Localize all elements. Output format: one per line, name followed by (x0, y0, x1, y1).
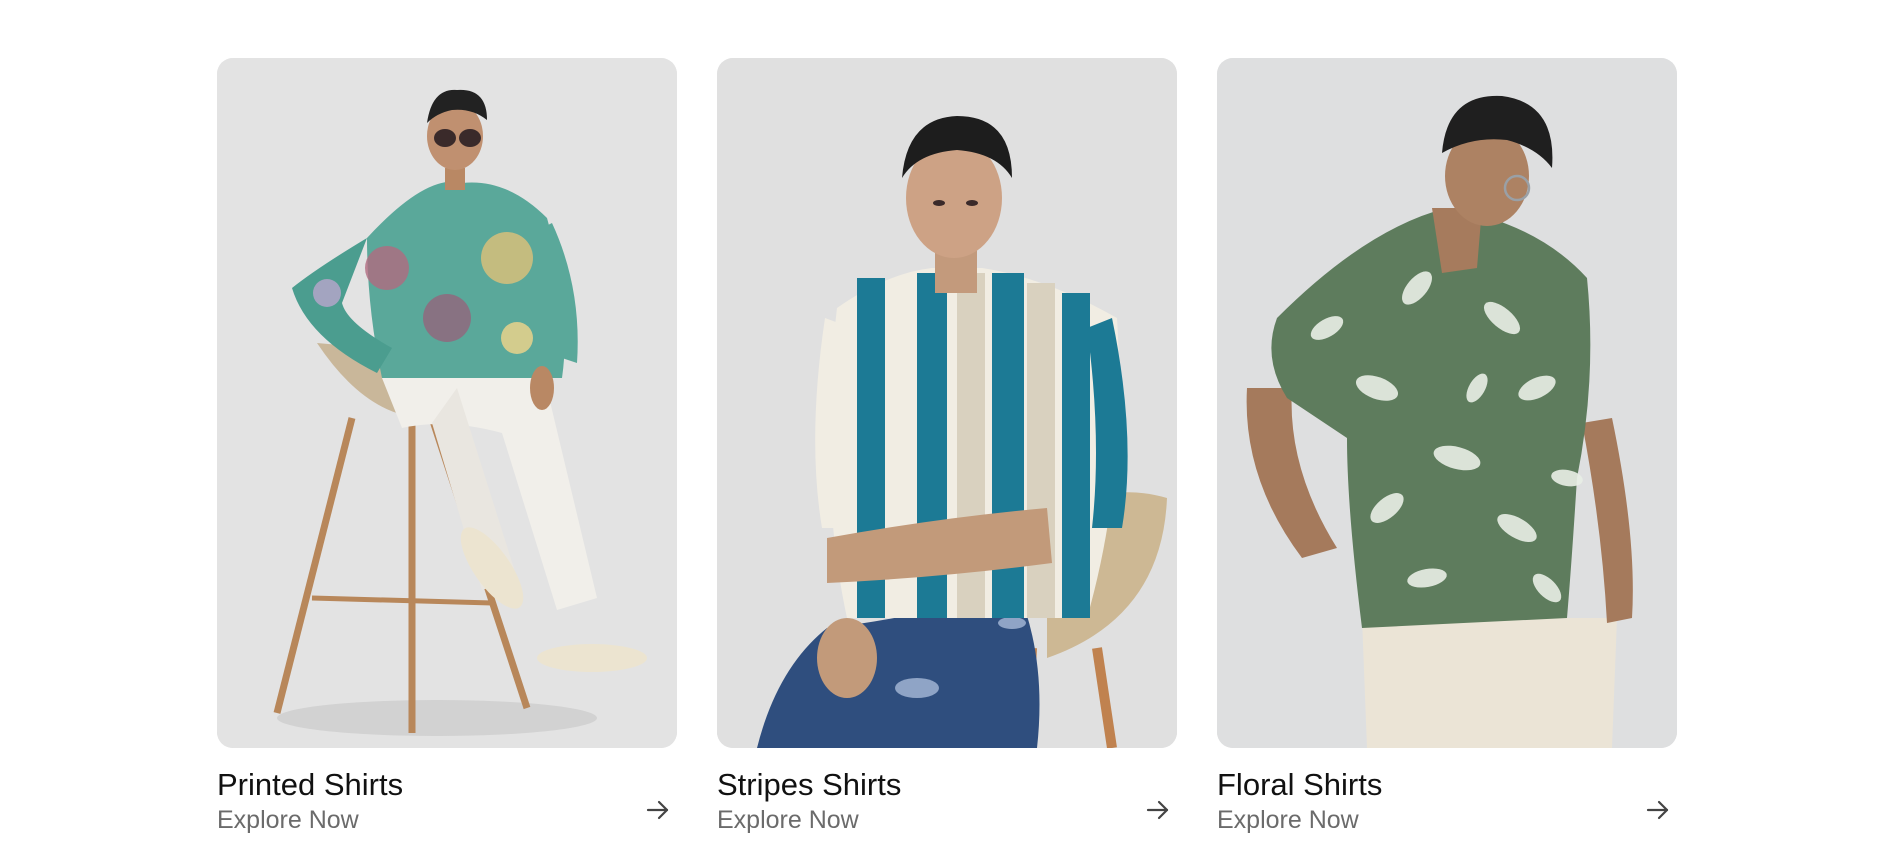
arrow-right-icon[interactable] (1143, 795, 1173, 825)
category-caption: Stripes Shirts Explore Now (717, 768, 1177, 834)
category-grid: Printed Shirts Explore Now Stripes Shirt… (217, 58, 1677, 834)
arrow-right-icon[interactable] (1643, 795, 1673, 825)
category-title[interactable]: Floral Shirts (1217, 768, 1382, 802)
arrow-right-icon[interactable] (643, 795, 673, 825)
product-image-floral-shirts[interactable] (1217, 58, 1677, 748)
product-image-printed-shirts[interactable] (217, 58, 677, 748)
product-image-stripes-shirts[interactable] (717, 58, 1177, 748)
category-card-stripes-shirts[interactable]: Stripes Shirts Explore Now (717, 58, 1177, 834)
category-card-floral-shirts[interactable]: Floral Shirts Explore Now (1217, 58, 1677, 834)
category-title[interactable]: Stripes Shirts (717, 768, 901, 802)
category-title[interactable]: Printed Shirts (217, 768, 403, 802)
category-caption: Printed Shirts Explore Now (217, 768, 677, 834)
category-card-printed-shirts[interactable]: Printed Shirts Explore Now (217, 58, 677, 834)
model-floral-shirt-illustration (1217, 58, 1677, 748)
model-printed-shirt-illustration (217, 58, 677, 748)
category-caption: Floral Shirts Explore Now (1217, 768, 1677, 834)
model-stripes-shirt-illustration (717, 58, 1177, 748)
explore-now-link[interactable]: Explore Now (1217, 806, 1382, 834)
explore-now-link[interactable]: Explore Now (217, 806, 403, 834)
explore-now-link[interactable]: Explore Now (717, 806, 901, 834)
